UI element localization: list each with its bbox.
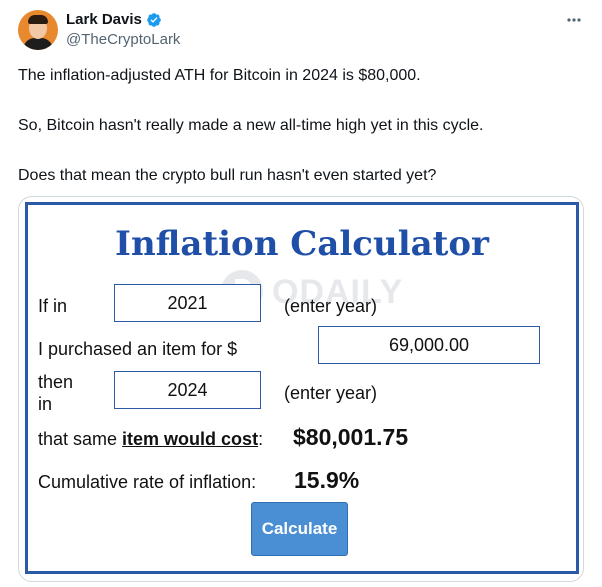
cost-result: $80,001.75 [293,424,409,450]
avatar-body [23,38,53,50]
avatar[interactable] [18,10,58,50]
row2-label: I purchased an item for $ [38,339,238,359]
tweet-paragraph: Does that mean the crypto bull run hasn'… [18,167,437,184]
calculate-button[interactable]: Calculate [251,502,348,556]
start-year-input[interactable]: 2021 [114,284,261,322]
cost-label: that same item would cost: [38,429,263,450]
tweet-text: The inflation-adjusted ATH for Bitcoin i… [18,66,588,186]
verified-badge-icon [147,12,161,27]
cost-prefix: that same [38,429,123,449]
more-options-icon[interactable] [566,12,582,28]
inflation-calculator: Inflation Calculator ODAILY If in 2021 (… [25,202,579,574]
row1-hint: (enter year) [284,296,378,316]
row1-label: If in [38,296,68,316]
rate-label: Cumulative rate of inflation: [38,472,257,492]
tweet-paragraph: So, Bitcoin hasn't really made a new all… [18,117,484,134]
cost-link[interactable]: item would cost [122,429,258,449]
avatar-hair [28,15,48,24]
author-name-row: Lark Davis [66,11,162,28]
rate-result: 15.9% [294,467,360,493]
tweet-media-image[interactable]: Inflation Calculator ODAILY If in 2021 (… [18,196,584,582]
author-handle[interactable]: @TheCryptoLark [66,31,180,48]
cost-suffix: : [258,429,264,449]
row3-label-line2: in [38,394,53,414]
author-display-name[interactable]: Lark Davis [66,11,142,28]
tweet-paragraph: The inflation-adjusted ATH for Bitcoin i… [18,67,421,84]
row3-hint: (enter year) [284,383,378,403]
end-year-input[interactable]: 2024 [114,371,261,409]
row3-label-line1: then [38,372,74,392]
calculator-title: Inflation Calculator [115,224,489,264]
tweet: Lark Davis @TheCryptoLark The inflation-… [0,0,602,587]
amount-input[interactable]: 69,000.00 [318,326,540,364]
